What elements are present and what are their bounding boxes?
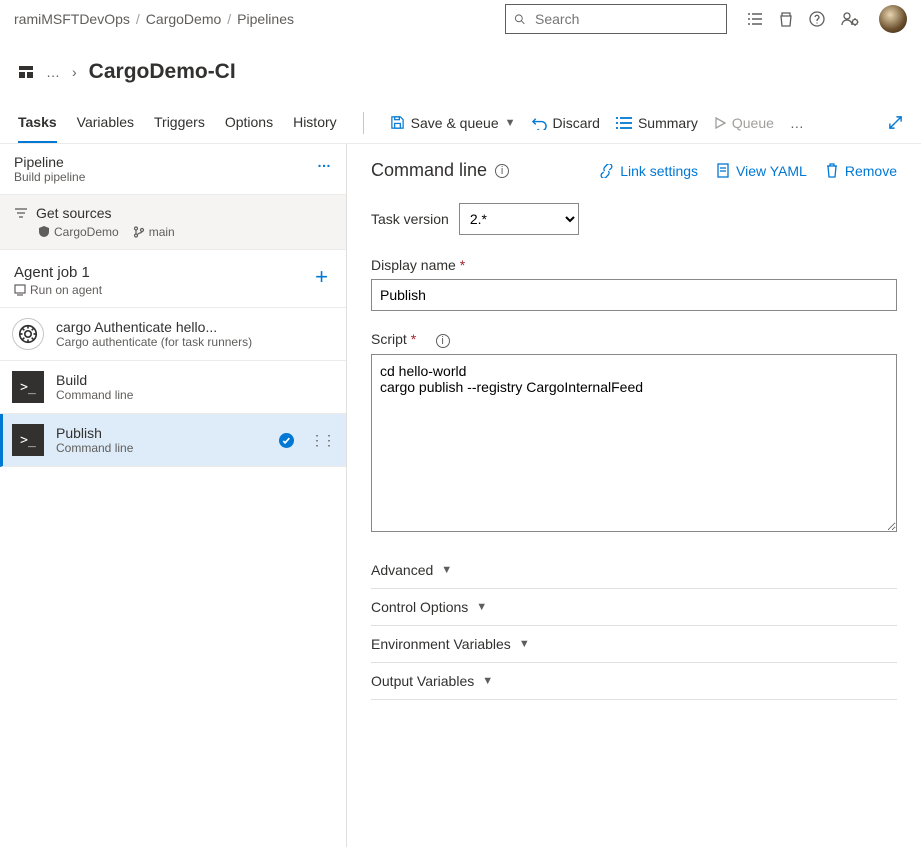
sources-filter-icon [14, 207, 28, 219]
task-name: Publish [56, 425, 133, 441]
task-status-ok-icon [279, 432, 294, 449]
agent-job-block[interactable]: Agent job 1 Run on agent + [0, 250, 346, 308]
breadcrumb-sep: / [227, 11, 231, 27]
search-icon [514, 12, 525, 26]
remove-button[interactable]: Remove [825, 163, 897, 179]
trash-icon [825, 163, 839, 178]
get-sources-block[interactable]: Get sources CargoDemo main [0, 195, 346, 250]
breadcrumb: ramiMSFTDevOps / CargoDemo / Pipelines [14, 11, 294, 27]
link-settings-button[interactable]: Link settings [599, 163, 698, 179]
panel-title: Command line i [371, 160, 509, 181]
task-item-publish[interactable]: >_ Publish Command line ⋮⋮ [0, 414, 346, 467]
avatar[interactable] [879, 5, 907, 33]
cargo-icon [12, 318, 44, 350]
chevron-down-icon: ▼ [519, 638, 530, 650]
task-subtitle: Command line [56, 388, 133, 402]
pipeline-block[interactable]: Pipeline Build pipeline … [0, 144, 346, 195]
task-item-cargo-authenticate[interactable]: cargo Authenticate hello... Cargo authen… [0, 308, 346, 361]
discard-button[interactable]: Discard [532, 115, 600, 131]
info-icon[interactable]: i [495, 164, 509, 178]
chevron-down-icon: ▼ [482, 675, 493, 687]
repo-icon [38, 226, 50, 238]
breadcrumb-area[interactable]: Pipelines [237, 11, 294, 27]
chevron-down-icon: ▼ [505, 117, 516, 129]
search-input[interactable] [533, 10, 718, 28]
fullscreen-icon[interactable] [888, 115, 903, 130]
branch-icon [133, 226, 145, 238]
tab-tasks[interactable]: Tasks [18, 102, 57, 143]
drag-handle-icon[interactable]: ⋮⋮ [310, 432, 334, 449]
get-sources-title: Get sources [36, 205, 111, 221]
chevron-right-icon: › [72, 64, 77, 80]
branch-name: main [133, 225, 175, 239]
tab-options[interactable]: Options [225, 102, 273, 143]
pipeline-title: Pipeline [14, 154, 332, 170]
tabs: Tasks Variables Triggers Options History [18, 102, 337, 143]
task-item-build[interactable]: >_ Build Command line [0, 361, 346, 414]
help-icon[interactable] [809, 11, 825, 27]
script-input[interactable] [371, 354, 897, 532]
section-output-variables[interactable]: Output Variables▼ [371, 663, 897, 700]
summary-icon [616, 116, 632, 130]
tab-variables[interactable]: Variables [77, 102, 134, 143]
task-version-select[interactable]: 2.* [459, 203, 579, 235]
task-name: Build [56, 372, 133, 388]
script-label: Script * i [371, 331, 897, 348]
breadcrumb-sep: / [136, 11, 140, 27]
section-control-options[interactable]: Control Options▼ [371, 589, 897, 626]
breadcrumb-project[interactable]: CargoDemo [146, 11, 221, 27]
repo-name: CargoDemo [38, 225, 119, 239]
chevron-down-icon: ▼ [441, 564, 452, 576]
cli-icon: >_ [12, 371, 44, 403]
divider [363, 112, 364, 134]
save-icon [390, 115, 405, 130]
user-settings-icon[interactable] [841, 11, 859, 27]
pipeline-subtitle: Build pipeline [14, 170, 332, 184]
queue-button: Queue [714, 115, 774, 131]
agent-job-title: Agent job 1 [14, 264, 332, 281]
display-name-label: Display name * [371, 257, 897, 273]
agent-icon [14, 284, 26, 296]
undo-icon [532, 115, 547, 130]
link-icon [599, 164, 614, 178]
work-items-icon[interactable] [747, 11, 763, 27]
summary-button[interactable]: Summary [616, 115, 698, 131]
section-advanced[interactable]: Advanced▼ [371, 552, 897, 589]
task-subtitle: Cargo authenticate (for task runners) [56, 335, 252, 349]
pipeline-menu[interactable]: … [317, 154, 334, 170]
save-and-queue-button[interactable]: Save & queue ▼ [390, 115, 516, 131]
breadcrumb-org[interactable]: ramiMSFTDevOps [14, 11, 130, 27]
toolbar-more[interactable]: … [790, 115, 807, 131]
cli-icon: >_ [12, 424, 44, 456]
task-version-label: Task version [371, 211, 449, 227]
tab-triggers[interactable]: Triggers [154, 102, 205, 143]
yaml-icon [716, 163, 730, 178]
task-name: cargo Authenticate hello... [56, 319, 252, 335]
play-icon [714, 117, 726, 129]
pipeline-icon [18, 64, 34, 80]
section-environment-variables[interactable]: Environment Variables▼ [371, 626, 897, 663]
tab-history[interactable]: History [293, 102, 337, 143]
marketplace-icon[interactable] [779, 11, 793, 27]
display-name-input[interactable] [371, 279, 897, 311]
add-task-button[interactable]: + [315, 264, 328, 290]
agent-job-subtitle: Run on agent [30, 283, 102, 297]
info-icon[interactable]: i [436, 334, 450, 348]
view-yaml-button[interactable]: View YAML [716, 163, 807, 179]
task-subtitle: Command line [56, 441, 133, 455]
search-box[interactable] [505, 4, 727, 34]
page-title: CargoDemo-CI [89, 60, 236, 84]
pipeline-breadcrumb-more[interactable]: … [46, 64, 60, 80]
chevron-down-icon: ▼ [476, 601, 487, 613]
